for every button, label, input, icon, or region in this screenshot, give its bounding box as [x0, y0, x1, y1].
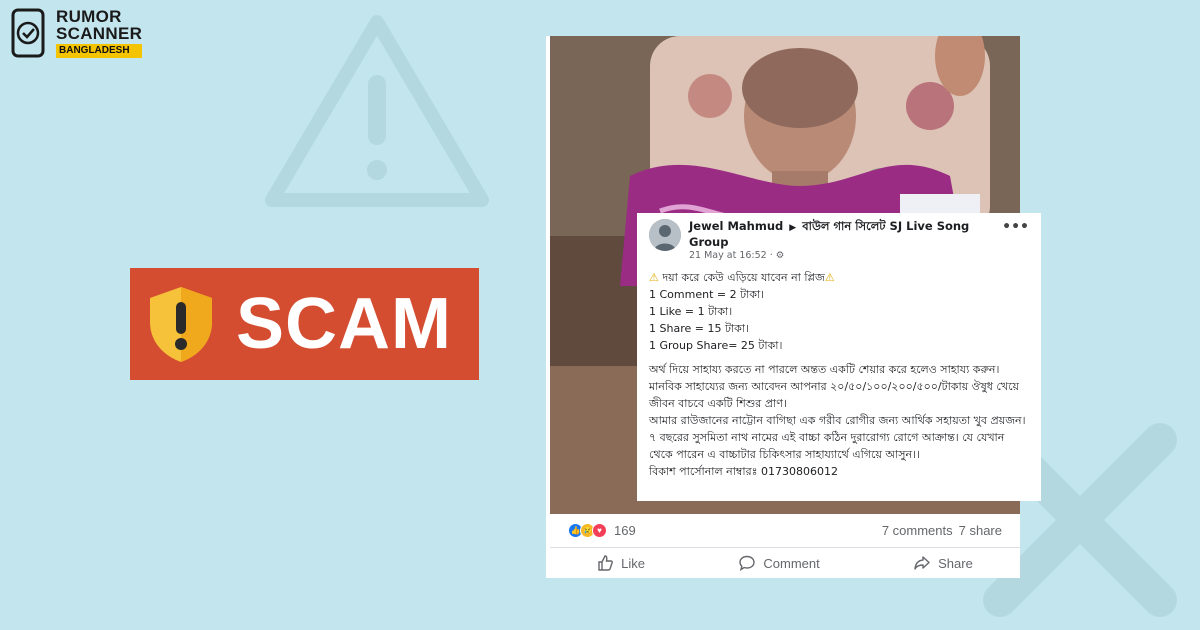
brand-line1: RUMOR [56, 7, 122, 26]
post-line-3: 1 Like = 1 টাকা। [649, 304, 733, 318]
actions-bar: Like Comment Share [550, 548, 1020, 578]
comment-icon [739, 555, 756, 571]
share-arrow-icon [914, 556, 930, 570]
post-line-7: মানবিক সাহায্যের জন্য আবেদন আপনার ২০/৫০/… [649, 379, 1020, 410]
scam-banner: SCAM [130, 268, 479, 380]
share-label: Share [938, 555, 973, 571]
caret-right-icon: ▶ [789, 223, 797, 233]
brand-line2: SCANNER [56, 24, 143, 43]
brand-badge: BANGLADESH [56, 44, 143, 58]
comment-button[interactable]: Comment [739, 555, 820, 571]
reaction-icons[interactable]: 👍 😢 ♥ [568, 523, 607, 538]
post-body: ⚠ দয়া করে কেউ এড়িয়ে যাবেন না প্লিজ⚠ 1… [649, 269, 1029, 480]
reaction-count[interactable]: 169 [614, 523, 636, 538]
author-avatar[interactable] [649, 219, 681, 251]
brand-logo: RUMOR SCANNER BANGLADESH [10, 7, 143, 58]
post-timestamp[interactable]: 21 May at 16:52 · [689, 250, 773, 261]
thumbs-up-icon [598, 555, 614, 571]
post-text-panel: Jewel Mahmud ▶ বাউল গান সিলেট SJ Live So… [637, 213, 1041, 501]
comment-label: Comment [763, 555, 820, 571]
more-options-button[interactable]: ••• [1002, 219, 1029, 235]
share-count[interactable]: 7 share [959, 523, 1002, 538]
scam-label: SCAM [236, 284, 452, 364]
share-button[interactable]: Share [914, 555, 973, 571]
post-line-4: 1 Share = 15 টাকা। [649, 321, 749, 335]
post-line-1: দয়া করে কেউ এড়িয়ে যাবেন না প্লিজ [662, 270, 825, 284]
warning-emoji-icon: ⚠ [824, 270, 835, 284]
post-header: Jewel Mahmud ▶ বাউল গান সিলেট SJ Live So… [649, 219, 1029, 261]
post-line-2: 1 Comment = 2 টাকা। [649, 287, 765, 301]
love-reaction-icon: ♥ [592, 523, 607, 538]
post-line-9: বিকাশ পার্সোনাল নাম্বারঃ 01730806012 [649, 464, 838, 478]
warning-triangle-icon [265, 15, 489, 207]
post-line-6: অর্থ দিয়ে সাহায্য করতে না পারলে অন্তত এ… [649, 362, 1000, 376]
person-icon [649, 219, 681, 251]
warning-emoji-icon: ⚠ [649, 270, 659, 284]
reactions-bar: 👍 😢 ♥ 169 7 comments 7 share [550, 514, 1020, 548]
comment-count[interactable]: 7 comments [882, 523, 953, 538]
like-label: Like [621, 555, 646, 571]
post-line-5: 1 Group Share= 25 টাকা। [649, 338, 783, 352]
post-line-8: আমার রাউজানের নাট্টোন বাগিছা এক গরীব রোগ… [649, 413, 1026, 461]
like-button[interactable]: Like [597, 555, 645, 571]
shield-warning-icon [150, 287, 212, 362]
globe-icon: ⚙ [775, 249, 785, 261]
author-name[interactable]: Jewel Mahmud [689, 219, 783, 233]
phone-check-icon [11, 8, 45, 58]
